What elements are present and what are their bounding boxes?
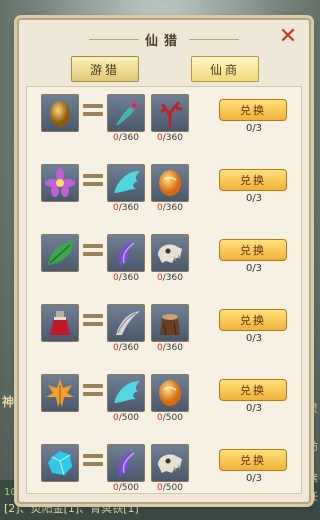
purple-flower-icon [45, 168, 75, 197]
title-ornament-right [189, 39, 239, 40]
reward-item-slot[interactable] [41, 304, 79, 342]
required-count: /500 [162, 483, 183, 493]
exchange-row: 0/500 0/500 兑换 0/3 [27, 441, 301, 511]
amber-stone-icon [159, 170, 181, 196]
cyan-wing-icon [114, 171, 140, 193]
required-count: /360 [162, 133, 183, 143]
tree-stump-icon [160, 314, 180, 336]
exchange-button[interactable]: 兑换 [219, 169, 287, 191]
white-claw-icon [116, 311, 140, 335]
cost-item-slot[interactable] [151, 304, 189, 342]
cost-item-slot[interactable] [107, 304, 145, 342]
green-leaf-icon [48, 241, 74, 265]
phoenix-feather-icon [116, 101, 138, 125]
exchange-row: 0/500 0/500 兑换 0/3 [27, 371, 301, 441]
purple-tail-icon [118, 241, 135, 267]
cost-item-slot[interactable] [107, 94, 145, 132]
exchange-list: 0/360 0/360 兑换 0/3 0/360 0/360 兑换 0/3 0/360 0/360… [26, 86, 302, 494]
dialog-title: 仙猎 [144, 33, 183, 49]
tab-merchant[interactable]: 仙商 [191, 56, 259, 82]
exchange-dialog: 仙猎 ✕ 游猎 仙商 0/360 0/360 兑换 0/3 0/360 0/360 兑换 0/… [17, 18, 311, 504]
cost-count: 0/500 [148, 413, 192, 423]
equals-icon [83, 173, 103, 187]
reward-item-slot[interactable] [41, 234, 79, 272]
required-count: /360 [162, 203, 183, 213]
dialog-titlebar: 仙猎 [19, 20, 309, 58]
cost-item-slot[interactable] [151, 234, 189, 272]
cost-count: 0/360 [104, 273, 148, 283]
purple-tail-icon [118, 451, 135, 477]
exchange-limit: 0/3 [245, 403, 263, 414]
cost-count: 0/500 [104, 413, 148, 423]
exchange-button[interactable]: 兑换 [219, 379, 287, 401]
cost-count: 0/360 [148, 343, 192, 353]
required-count: /360 [118, 343, 139, 353]
cost-item-slot[interactable] [107, 234, 145, 272]
equals-icon [83, 243, 103, 257]
required-count: /500 [162, 413, 183, 423]
cost-count: 0/360 [104, 343, 148, 353]
red-coral-icon [160, 101, 183, 129]
equals-icon [83, 453, 103, 467]
cost-count: 0/360 [148, 203, 192, 213]
required-count: /360 [162, 343, 183, 353]
reward-item-slot[interactable] [41, 374, 79, 412]
exchange-limit: 0/3 [245, 473, 263, 484]
beast-skull-icon [158, 244, 182, 263]
red-potion-icon [50, 311, 70, 335]
amber-stone-icon [159, 380, 181, 406]
egg-icon [50, 101, 70, 127]
reward-item-slot[interactable] [41, 94, 79, 132]
exchange-button[interactable]: 兑换 [219, 449, 287, 471]
reward-item-slot[interactable] [41, 444, 79, 482]
exchange-row: 0/360 0/360 兑换 0/3 [27, 231, 301, 301]
cost-count: 0/360 [104, 133, 148, 143]
tab-bar: 游猎 仙商 [19, 56, 309, 84]
cost-count: 0/360 [104, 203, 148, 213]
exchange-row: 0/360 0/360 兑换 0/3 [27, 301, 301, 371]
required-count: /500 [118, 483, 139, 493]
scene-char-left: 神 [2, 395, 15, 409]
cost-count: 0/500 [148, 483, 192, 493]
close-icon[interactable]: ✕ [277, 26, 299, 48]
required-count: /360 [118, 133, 139, 143]
cost-item-slot[interactable] [151, 164, 189, 202]
equals-icon [83, 103, 103, 117]
cost-item-slot[interactable] [107, 164, 145, 202]
golden-maple-leaf-icon [46, 379, 74, 407]
exchange-limit: 0/3 [245, 263, 263, 274]
required-count: /500 [118, 413, 139, 423]
exchange-button[interactable]: 兑换 [219, 239, 287, 261]
cost-item-slot[interactable] [107, 444, 145, 482]
blue-crystal-icon [48, 451, 72, 476]
cost-item-slot[interactable] [151, 374, 189, 412]
tab-hunt[interactable]: 游猎 [71, 56, 139, 82]
exchange-limit: 0/3 [245, 193, 263, 204]
cyan-wing-icon [114, 381, 140, 403]
cost-item-slot[interactable] [107, 374, 145, 412]
exchange-row: 0/360 0/360 兑换 0/3 [27, 91, 301, 161]
equals-icon [83, 383, 103, 397]
exchange-limit: 0/3 [245, 123, 263, 134]
exchange-limit: 0/3 [245, 333, 263, 344]
beast-skull-icon [158, 454, 182, 473]
cost-item-slot[interactable] [151, 444, 189, 482]
required-count: /360 [162, 273, 183, 283]
cost-item-slot[interactable] [151, 94, 189, 132]
required-count: /360 [118, 203, 139, 213]
cost-count: 0/500 [104, 483, 148, 493]
exchange-row: 0/360 0/360 兑换 0/3 [27, 161, 301, 231]
required-count: /360 [118, 273, 139, 283]
exchange-button[interactable]: 兑换 [219, 309, 287, 331]
reward-item-slot[interactable] [41, 164, 79, 202]
exchange-button[interactable]: 兑换 [219, 99, 287, 121]
title-ornament-left [89, 39, 139, 40]
equals-icon [83, 313, 103, 327]
cost-count: 0/360 [148, 133, 192, 143]
cost-count: 0/360 [148, 273, 192, 283]
